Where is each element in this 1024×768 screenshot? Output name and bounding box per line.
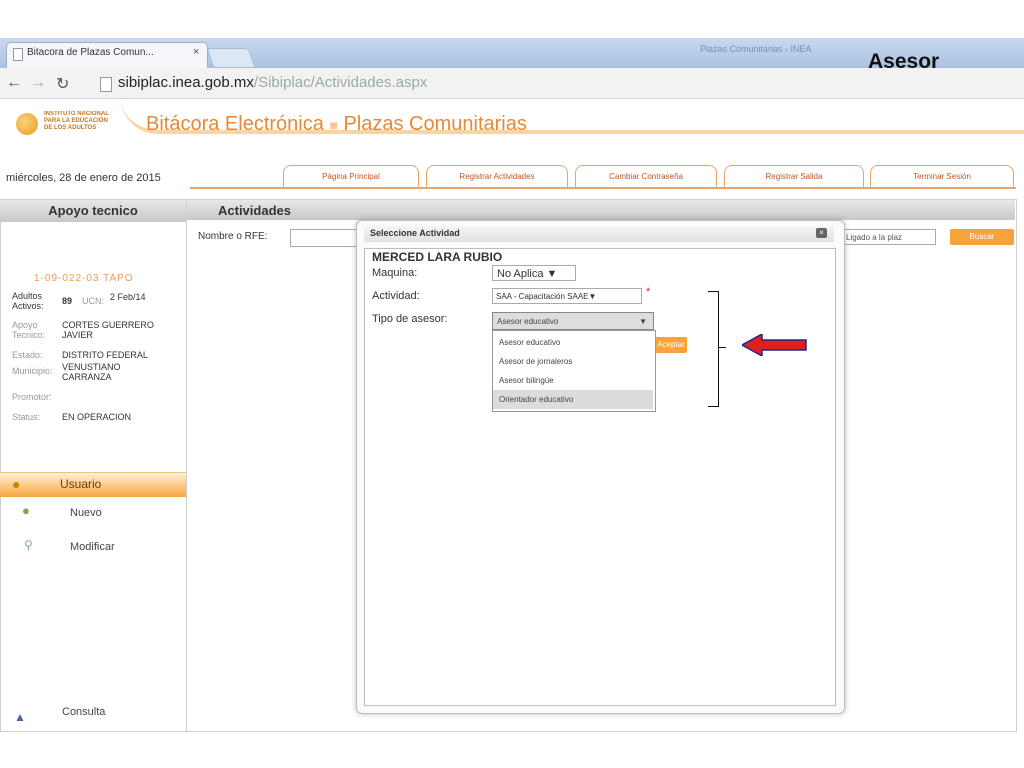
maquina-label: Maquina:	[372, 267, 418, 279]
logo-icon	[16, 113, 38, 135]
annotation-bracket	[708, 291, 719, 407]
add-user-icon[interactable]: ●	[22, 503, 30, 518]
annotation-bracket-tick	[718, 347, 726, 348]
reload-icon[interactable]: ↻	[56, 74, 69, 94]
nav-registrar-actividades[interactable]: Registrar Actividades	[426, 165, 568, 188]
menu-modificar[interactable]: Modificar	[70, 541, 115, 553]
site-title-separator: ■	[329, 117, 338, 133]
menu-usuario-label[interactable]: Usuario	[60, 477, 101, 491]
adultos-label: Adultos Activos:	[12, 291, 44, 311]
adultos-value: 89	[62, 296, 73, 306]
actividad-select[interactable]: SAA - Capacitación SAAE▼	[492, 288, 642, 304]
nav-underline	[190, 187, 1016, 189]
browser-tab[interactable]: Bitacora de Plazas Comun... ×	[6, 42, 208, 69]
tipo-asesor-value: Asesor educativo	[497, 317, 559, 326]
search-icon[interactable]: ⚲	[24, 538, 33, 552]
status-value: EN OPERACION	[62, 412, 132, 422]
user-icon: ●	[12, 476, 21, 492]
chevron-down-icon: ▼	[546, 268, 558, 280]
consulta-icon[interactable]: ▲	[14, 710, 26, 724]
nav-registrar-salida[interactable]: Registrar Salida	[724, 165, 864, 188]
tab-close-icon[interactable]: ×	[193, 46, 199, 58]
forward-icon[interactable]: →	[30, 74, 46, 92]
url-host: sibiplac.inea.gob.mx	[118, 74, 254, 91]
ucn-value: 2 Feb/14	[110, 292, 146, 302]
sidebar-heading: Apoyo tecnico	[0, 200, 186, 222]
red-arrow-icon	[742, 334, 807, 356]
student-name: MERCED LARA RUBIO	[372, 250, 503, 264]
promotor-label: Promotor:	[12, 392, 52, 402]
menu-consulta[interactable]: Consulta	[62, 706, 105, 718]
required-mark: *	[646, 286, 651, 298]
window-title: Plazas Comunitarias - INEA	[700, 44, 812, 54]
tab-title: Bitacora de Plazas Comun...	[27, 47, 154, 58]
option-asesor-jornaleros[interactable]: Asesor de jornaleros	[493, 352, 653, 371]
estado-label: Estado:	[12, 350, 43, 360]
option-asesor-educativo[interactable]: Asesor educativo	[493, 333, 653, 352]
site-title: Bitácora Electrónica ■ Plazas Comunitari…	[146, 113, 527, 136]
tipo-asesor-select[interactable]: Asesor educativo ▼	[492, 312, 654, 330]
tipo-asesor-label: Tipo de asesor:	[372, 313, 448, 325]
rfe-label: Nombre o RFE:	[198, 231, 268, 242]
site-title-part2: Plazas Comunitarias	[343, 113, 527, 135]
nav-pagina-principal[interactable]: Página Principal	[283, 165, 419, 188]
maquina-select[interactable]: No Aplica ▼	[492, 265, 576, 281]
url-field[interactable]: sibiplac.inea.gob.mx/Sibiplac/Actividade…	[118, 74, 427, 91]
apoyo-label: Apoyo Tecnico:	[12, 320, 46, 340]
site-title-part1: Bitácora Electrónica	[146, 113, 324, 135]
ligado-select[interactable]: Ligado a la plaz	[842, 229, 936, 245]
menu-nuevo[interactable]: Nuevo	[70, 507, 102, 519]
maquina-value: No Aplica	[497, 268, 544, 280]
back-icon[interactable]: ←	[6, 74, 22, 92]
main-panel-header	[187, 200, 1015, 220]
logo-text: INSTITUTO NACIONAL PARA LA EDUCACIÓN DE …	[44, 111, 109, 131]
apoyo-value: CORTES GUERRERO JAVIER	[62, 320, 154, 340]
plaza-code: 1-09-022-03 TAPO	[34, 273, 134, 284]
option-orientador-educativo[interactable]: Orientador educativo	[493, 390, 653, 409]
nav-cambiar-contrasena[interactable]: Cambiar Contraseña	[575, 165, 717, 188]
status-label: Status:	[12, 412, 41, 422]
page-title: Actividades	[218, 203, 291, 218]
rfe-input[interactable]	[290, 229, 362, 247]
current-date: miércoles, 28 de enero de 2015	[6, 172, 161, 184]
new-tab-button[interactable]	[206, 48, 256, 68]
page-icon	[13, 48, 23, 61]
actividad-label: Actividad:	[372, 290, 420, 302]
estado-value: DISTRITO FEDERAL	[62, 350, 148, 360]
dialog-title: Seleccione Actividad	[370, 228, 460, 238]
close-icon[interactable]: ×	[816, 228, 827, 238]
aceptar-button[interactable]: Aceptar	[655, 337, 687, 353]
municipio-value: VENUSTIANO CARRANZA	[62, 362, 121, 382]
municipio-label: Municipio:	[12, 366, 53, 376]
chevron-down-icon: ▼	[639, 317, 647, 326]
ucn-label: UCN:	[82, 296, 104, 306]
buscar-button[interactable]: Buscar	[950, 229, 1014, 245]
nav-terminar-sesion[interactable]: Terminar Sesión	[870, 165, 1014, 188]
chevron-down-icon: ▼	[588, 292, 597, 301]
option-asesor-bilingue[interactable]: Asesor bilingüe	[493, 371, 653, 390]
actividad-value: SAA - Capacitación SAAE	[496, 292, 589, 301]
url-path: /Sibiplac/Actividades.aspx	[253, 74, 428, 91]
page-icon	[100, 77, 112, 92]
